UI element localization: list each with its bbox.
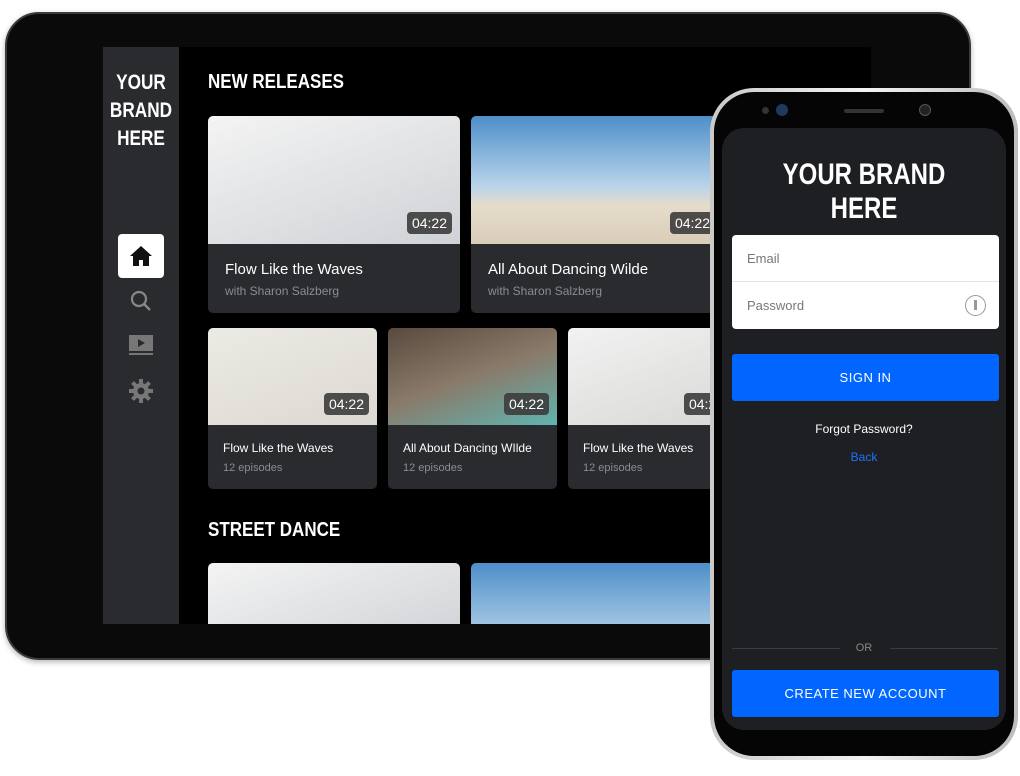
home-icon <box>130 246 152 266</box>
nav-settings[interactable] <box>118 369 164 413</box>
password-input[interactable]: Password <box>732 282 999 329</box>
email-input[interactable]: Email <box>732 235 999 282</box>
nav-home[interactable] <box>118 234 164 278</box>
password-manager-icon[interactable] <box>965 295 986 316</box>
duration-badge: 04:22 <box>669 212 715 234</box>
featured-card[interactable] <box>471 563 723 624</box>
phone-device: YOUR BRAND HERE Email Password SIGN IN F… <box>710 88 1018 760</box>
divider <box>890 648 998 649</box>
login-screen: YOUR BRAND HERE Email Password SIGN IN F… <box>722 128 1006 730</box>
forgot-password-link[interactable]: Forgot Password? <box>722 422 1006 436</box>
section-title: NEW RELEASES <box>208 71 345 93</box>
thumbnail: 04:22 <box>471 116 723 244</box>
nav-videos[interactable] <box>118 323 164 367</box>
card-subtitle: with Sharon Salzberg <box>488 284 603 298</box>
nav-search[interactable] <box>118 279 164 323</box>
card-subtitle: 12 episodes <box>223 462 283 474</box>
series-card[interactable]: 04:22 All About Dancing WIlde 12 episode… <box>388 328 557 489</box>
series-card[interactable]: 04:22 Flow Like the Waves 12 episodes <box>208 328 377 489</box>
thumbnail: 04:22 <box>208 328 377 425</box>
featured-card[interactable] <box>208 563 460 624</box>
duration-badge: 04:22 <box>406 212 452 234</box>
search-icon <box>130 290 151 311</box>
brand-logo: YOUR BRAND HERE <box>109 71 173 150</box>
duration-badge: 04:22 <box>323 393 369 415</box>
card-title: All About Dancing Wilde <box>488 261 649 278</box>
duration-badge: 04:22 <box>503 393 549 415</box>
back-link[interactable]: Back <box>722 450 1006 464</box>
section-title: STREET DANCE <box>208 519 341 541</box>
card-title: Flow Like the Waves <box>225 261 363 278</box>
thumbnail: 04:22 <box>208 116 460 244</box>
sign-in-button[interactable]: SIGN IN <box>732 354 999 401</box>
sidebar: YOUR BRAND HERE <box>103 47 179 624</box>
card-subtitle: with Sharon Salzberg <box>225 284 340 298</box>
brand-logo: YOUR BRAND HERE <box>782 158 946 225</box>
create-account-button[interactable]: CREATE NEW ACCOUNT <box>732 670 999 717</box>
gear-icon <box>129 379 153 403</box>
thumbnail: 04:22 <box>388 328 557 425</box>
card-title: Flow Like the Waves <box>223 441 334 455</box>
card-subtitle: 12 episodes <box>403 462 463 474</box>
featured-card[interactable]: 04:22 Flow Like the Waves with Sharon Sa… <box>208 116 460 313</box>
video-icon <box>129 335 153 355</box>
featured-card[interactable]: 04:22 All About Dancing Wilde with Sharo… <box>471 116 723 313</box>
card-title: All About Dancing WIlde <box>403 441 532 455</box>
